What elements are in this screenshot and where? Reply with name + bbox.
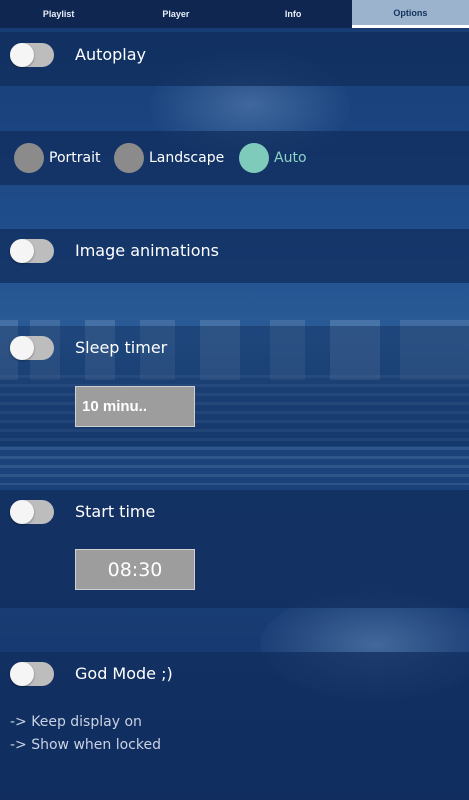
sleep-timer-label: Sleep timer: [75, 338, 168, 357]
orientation-portrait-label[interactable]: Portrait: [49, 150, 100, 166]
image-animations-toggle[interactable]: [10, 239, 54, 263]
tab-bar: Playlist Player Info Options: [0, 0, 469, 28]
start-time-label: Start time: [75, 502, 156, 521]
start-time-row: Start time 08:30: [0, 490, 469, 608]
tab-info[interactable]: Info: [235, 0, 352, 28]
tab-playlist[interactable]: Playlist: [0, 0, 117, 28]
image-animations-row: Image animations: [0, 229, 469, 283]
god-mode-label: God Mode ;): [75, 664, 173, 683]
tab-options[interactable]: Options: [351, 0, 469, 28]
toggle-knob: [10, 43, 34, 67]
start-time-button[interactable]: 08:30: [75, 549, 195, 590]
sleep-timer-toggle[interactable]: [10, 336, 54, 360]
options-screen: Playlist Player Info Options Autoplay Po…: [0, 0, 469, 800]
autoplay-row: Autoplay: [0, 32, 469, 86]
orientation-auto-label[interactable]: Auto: [274, 150, 307, 166]
god-mode-note-keep-display: -> Keep display on: [10, 714, 142, 730]
toggle-knob: [10, 336, 34, 360]
toggle-knob: [10, 662, 34, 686]
orientation-landscape-label[interactable]: Landscape: [149, 150, 224, 166]
toggle-knob: [10, 500, 34, 524]
orientation-portrait-radio[interactable]: [14, 143, 44, 173]
autoplay-label: Autoplay: [75, 45, 147, 64]
sleep-timer-duration-button[interactable]: 10 minu..: [75, 386, 195, 427]
orientation-auto-radio[interactable]: [239, 143, 269, 173]
god-mode-note-show-locked: -> Show when locked: [10, 737, 161, 753]
start-time-toggle[interactable]: [10, 500, 54, 524]
autoplay-toggle[interactable]: [10, 43, 54, 67]
sleep-timer-row: Sleep timer 10 minu..: [0, 326, 469, 446]
orientation-landscape-radio[interactable]: [114, 143, 144, 173]
god-mode-row: God Mode ;) -> Keep display on -> Show w…: [0, 652, 469, 800]
image-animations-label: Image animations: [75, 241, 219, 260]
orientation-row: Portrait Landscape Auto: [0, 131, 469, 185]
toggle-knob: [10, 239, 34, 263]
god-mode-toggle[interactable]: [10, 662, 54, 686]
tab-player[interactable]: Player: [117, 0, 234, 28]
